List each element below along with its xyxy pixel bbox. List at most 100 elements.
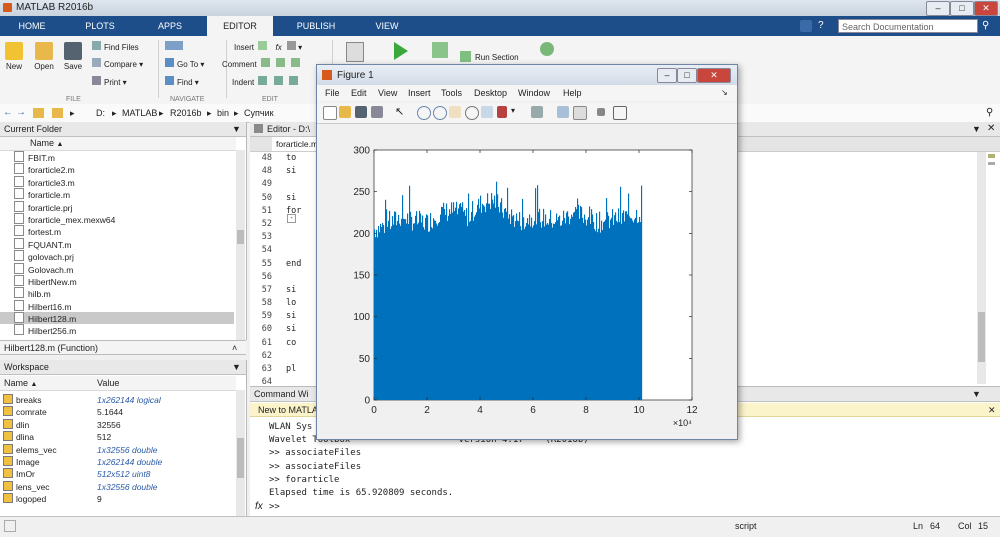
run-and-time-icon[interactable] xyxy=(540,42,554,56)
scrollbar[interactable] xyxy=(236,150,245,340)
file-list-item[interactable]: golovach.prj xyxy=(0,250,234,262)
file-list-item[interactable]: FBIT.m xyxy=(0,151,234,163)
find-files-button[interactable]: Find Files xyxy=(92,41,139,52)
breakpoints-icon[interactable] xyxy=(346,42,364,62)
figure-close-button[interactable]: ✕ xyxy=(697,68,731,83)
brush-dropdown-icon[interactable]: ▾ xyxy=(511,106,519,118)
workspace-variable-row[interactable]: dlina 512 xyxy=(0,431,234,443)
edit-plot-icon[interactable]: ↖ xyxy=(395,106,407,118)
function-browser-icon[interactable]: fx xyxy=(255,501,263,512)
quick-access-icon[interactable] xyxy=(800,20,812,32)
file-list-item[interactable]: forarticle2.m xyxy=(0,163,234,175)
file-details-bar[interactable]: Hilbert128.m (Function) ˄ xyxy=(0,340,246,355)
insert-colorbar-icon[interactable] xyxy=(557,106,569,118)
hide-plot-tools-icon[interactable] xyxy=(597,108,605,116)
panel-menu-icon[interactable]: ▼ xyxy=(972,389,981,399)
back-arrow-icon[interactable]: ← xyxy=(3,107,13,118)
search-documentation-input[interactable]: Search Documentation xyxy=(838,19,978,33)
tab-publish[interactable]: PUBLISH xyxy=(282,16,350,36)
folder-column-header[interactable]: Name ▲ xyxy=(0,137,236,151)
tab-plots[interactable]: PLOTS xyxy=(68,16,132,36)
file-list-item[interactable]: Hilbert128.m xyxy=(0,312,234,325)
help-icon[interactable]: ? xyxy=(818,20,824,31)
close-banner-icon[interactable]: ✕ xyxy=(988,405,996,416)
scrollbar[interactable] xyxy=(236,390,245,516)
file-list-item[interactable]: forarticle.m xyxy=(0,188,234,200)
data-cursor-icon[interactable] xyxy=(481,106,493,118)
workspace-variable-row[interactable]: breaks 1x262144 logical xyxy=(0,394,234,406)
breadcrumb-bin[interactable]: bin xyxy=(217,108,229,118)
find-button[interactable]: Find ▾ xyxy=(165,76,199,87)
run-and-advance-icon[interactable] xyxy=(432,42,448,58)
run-icon[interactable] xyxy=(394,42,408,60)
close-button[interactable]: ✕ xyxy=(974,1,998,16)
tab-view[interactable]: VIEW xyxy=(354,16,420,36)
workspace-variable-row[interactable]: logoped 9 xyxy=(0,493,234,505)
menu-edit[interactable]: Edit xyxy=(351,88,367,98)
minimize-button[interactable]: – xyxy=(926,1,950,16)
command-prompt[interactable]: >> xyxy=(269,501,280,514)
file-list-item[interactable]: Golovach.m xyxy=(0,262,234,275)
menu-desktop[interactable]: Desktop xyxy=(474,88,507,98)
figure-maximize-button[interactable]: □ xyxy=(677,68,697,83)
save-button[interactable]: Save xyxy=(60,42,86,71)
file-list-item[interactable]: hilb.m xyxy=(0,287,234,299)
warning-marker[interactable] xyxy=(988,154,995,158)
zoom-in-icon[interactable] xyxy=(417,106,431,120)
figure-minimize-button[interactable]: – xyxy=(657,68,677,83)
close-editor-icon[interactable]: ✕ xyxy=(987,123,995,134)
file-list-item[interactable]: HibertNew.m xyxy=(0,274,234,287)
file-list-item[interactable]: fortest.m xyxy=(0,225,234,237)
indent-button[interactable]: Indent xyxy=(232,76,298,87)
menu-view[interactable]: View xyxy=(378,88,397,98)
workspace-variable-row[interactable]: ImOr 512x512 uint8 xyxy=(0,468,234,480)
comment-button[interactable]: Comment xyxy=(222,58,301,69)
show-plot-tools-icon[interactable] xyxy=(613,106,627,120)
file-list-item[interactable]: Hilbert16.m xyxy=(0,299,234,312)
file-list-item[interactable]: forarticle_mex.mexw64 xyxy=(0,212,234,225)
scrollbar[interactable] xyxy=(977,152,986,384)
menu-file[interactable]: File xyxy=(325,88,340,98)
tab-apps[interactable]: APPS xyxy=(136,16,204,36)
breadcrumb-version[interactable]: R2016b xyxy=(170,108,202,118)
new-figure-icon[interactable] xyxy=(323,106,337,120)
workspace-column-header[interactable]: Name ▲ Value xyxy=(0,376,236,391)
figure-title-bar[interactable]: Figure 1 – □ ✕ xyxy=(317,65,737,85)
panel-menu-icon[interactable]: ▼ xyxy=(232,362,241,372)
browse-folder-icon[interactable] xyxy=(52,108,63,118)
breadcrumb-folder[interactable]: Супчик xyxy=(244,108,274,118)
workspace-variable-row[interactable]: elems_vec 1x32556 double xyxy=(0,443,234,456)
file-list-item[interactable]: FQUANT.m xyxy=(0,237,234,250)
tab-home[interactable]: HOME xyxy=(0,16,64,36)
insert-legend-icon[interactable] xyxy=(573,106,587,120)
warning-marker[interactable] xyxy=(988,162,995,165)
scroll-thumb[interactable] xyxy=(237,230,244,244)
file-list-item[interactable]: forarticle3.m xyxy=(0,175,234,188)
save-figure-icon[interactable] xyxy=(355,106,367,118)
run-section-button[interactable]: Run Section xyxy=(460,51,519,62)
brush-icon[interactable] xyxy=(497,106,507,118)
workspace-variable-row[interactable]: Image 1x262144 double xyxy=(0,455,234,468)
file-list-item[interactable]: forarticle.prj xyxy=(0,200,234,213)
print-button[interactable]: Print ▾ xyxy=(92,76,127,87)
workspace-variable-row[interactable]: dlin 32556 xyxy=(0,418,234,431)
menu-dock-icon[interactable]: ↘ xyxy=(721,88,728,97)
maximize-button[interactable]: □ xyxy=(950,1,974,16)
address-search-icon[interactable]: ⚲ xyxy=(986,107,993,118)
folder-up-icon[interactable] xyxy=(33,108,44,118)
open-button[interactable]: Open xyxy=(30,42,58,71)
rotate-3d-icon[interactable] xyxy=(465,106,479,120)
workspace-variable-row[interactable]: comrate 5.1644 xyxy=(0,406,234,418)
menu-window[interactable]: Window xyxy=(518,88,550,98)
menu-help[interactable]: Help xyxy=(563,88,582,98)
go-to-button[interactable]: Go To ▾ xyxy=(165,58,204,69)
file-list-item[interactable]: Hilbert256.m xyxy=(0,324,234,336)
forward-arrow-icon[interactable]: → xyxy=(16,107,26,118)
figure-window[interactable]: Figure 1 – □ ✕ File Edit View Insert Too… xyxy=(316,64,738,440)
pan-icon[interactable] xyxy=(449,106,461,118)
scroll-thumb[interactable] xyxy=(237,438,244,478)
scroll-thumb[interactable] xyxy=(978,312,985,362)
breadcrumb-drive[interactable]: D: xyxy=(96,108,105,118)
new-button[interactable]: New xyxy=(2,42,26,71)
breadcrumb-matlab[interactable]: MATLAB xyxy=(122,108,157,118)
